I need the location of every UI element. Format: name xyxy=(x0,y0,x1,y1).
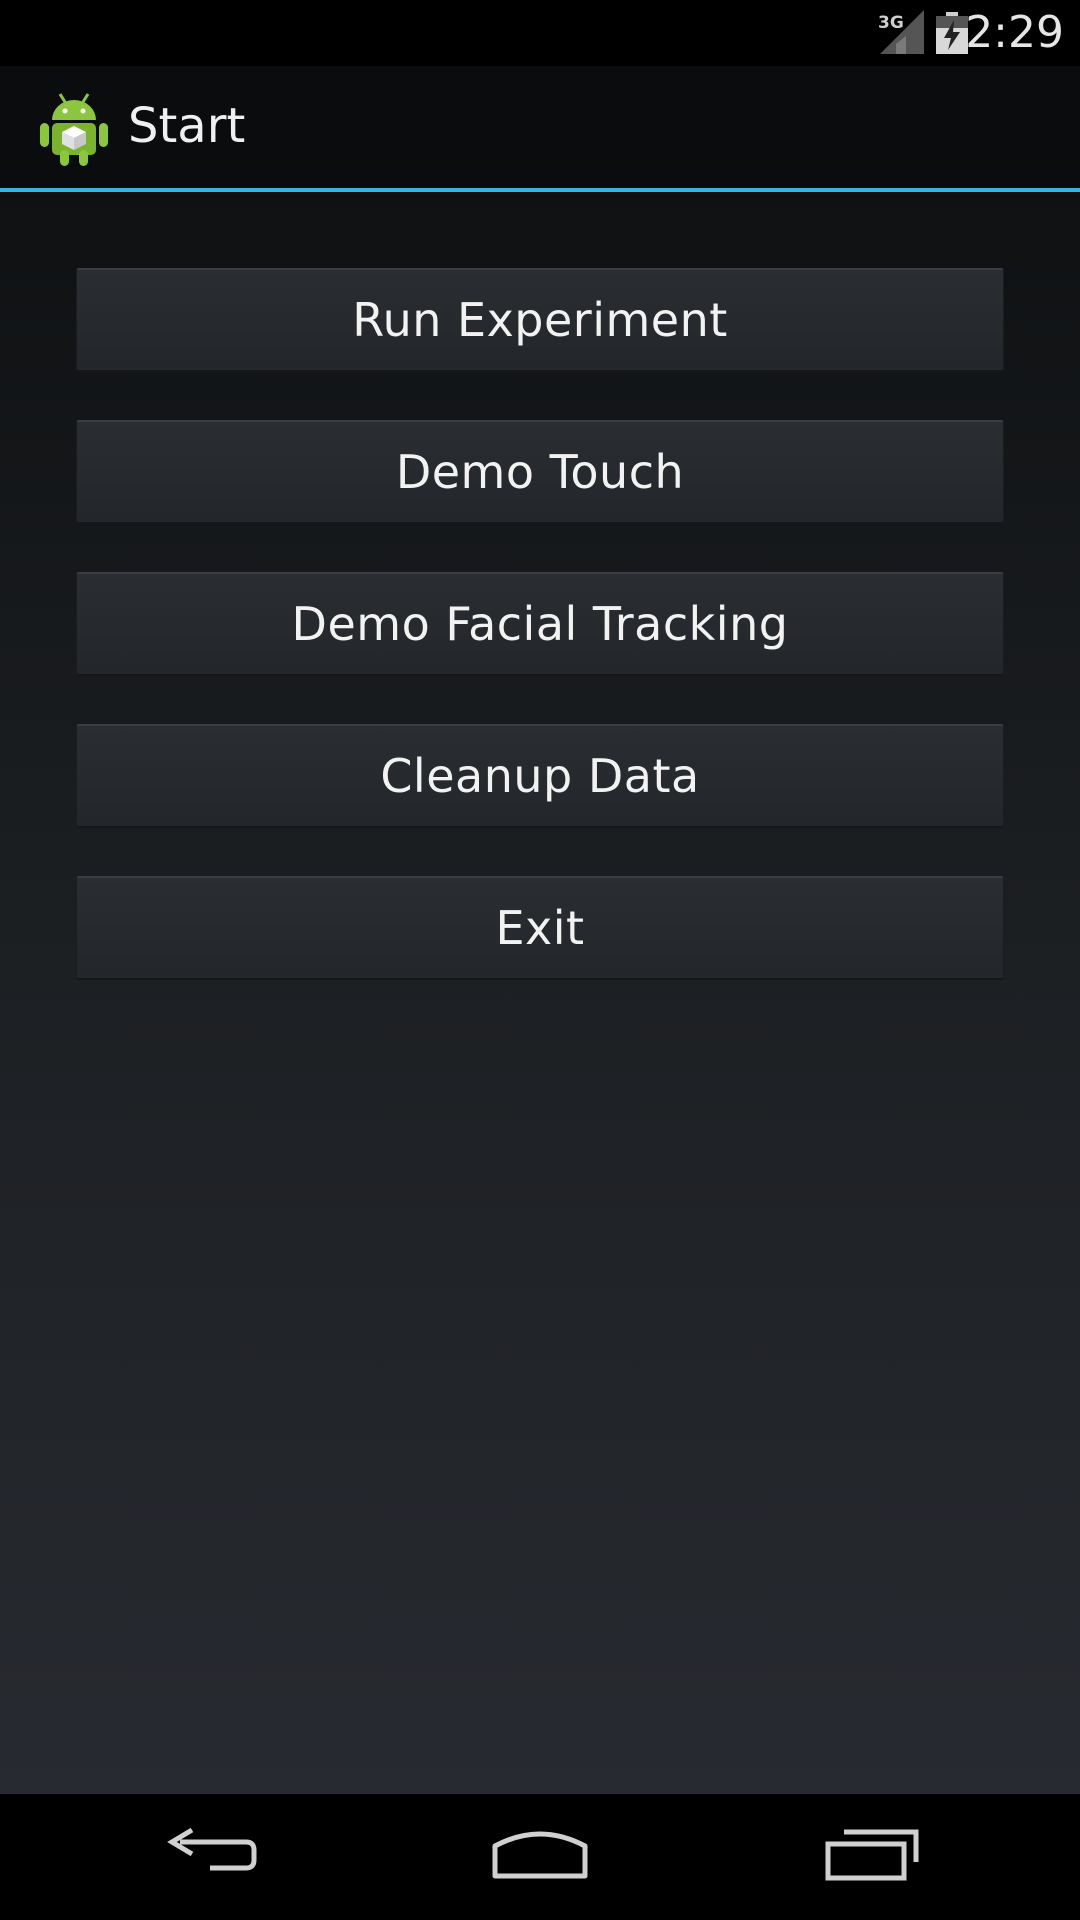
action-bar: Start xyxy=(0,66,1080,188)
network-type-label: 3G xyxy=(878,13,904,33)
battery-charging-icon xyxy=(936,12,968,54)
run-experiment-button[interactable]: Run Experiment xyxy=(76,268,1004,372)
cleanup-data-button[interactable]: Cleanup Data xyxy=(76,724,1004,828)
demo-facial-tracking-button[interactable]: Demo Facial Tracking xyxy=(76,572,1004,676)
back-icon[interactable] xyxy=(160,1826,260,1886)
exit-button[interactable]: Exit xyxy=(76,876,1004,980)
recent-apps-icon[interactable] xyxy=(822,1826,922,1886)
home-icon[interactable] xyxy=(490,1826,590,1886)
status-time: 2:29 xyxy=(965,7,1064,58)
android-app-icon xyxy=(40,93,108,166)
demo-touch-button[interactable]: Demo Touch xyxy=(76,420,1004,524)
main-content: Run Experiment Demo Touch Demo Facial Tr… xyxy=(0,192,1080,1794)
status-bar: 3G 2:29 xyxy=(0,0,1080,66)
navigation-bar xyxy=(0,1794,1080,1920)
signal-icon: 3G xyxy=(878,10,924,54)
page-title: Start xyxy=(128,98,246,154)
